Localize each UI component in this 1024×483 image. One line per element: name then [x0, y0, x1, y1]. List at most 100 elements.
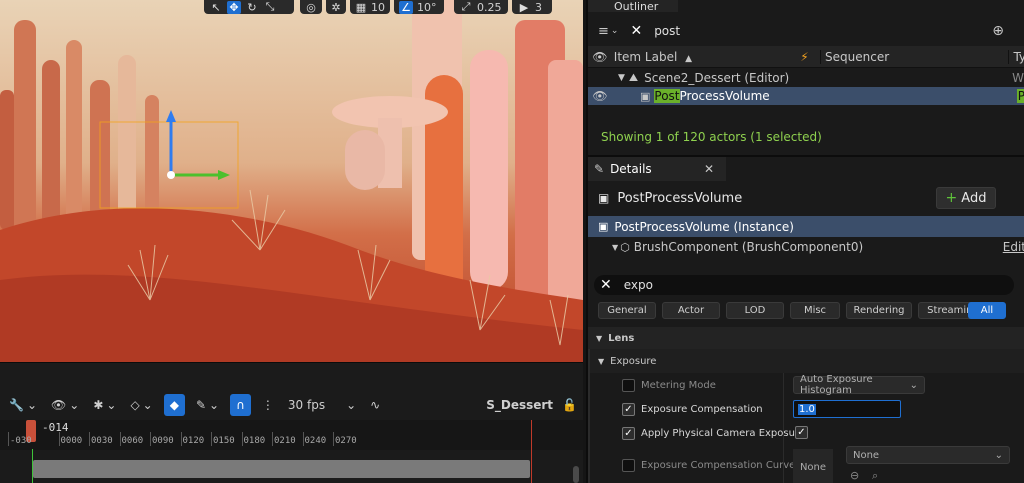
- column-type[interactable]: Ty: [1008, 49, 1024, 64]
- view-options[interactable]: 👁 ⌄: [48, 394, 82, 416]
- sequencer-column-icon: ⚡: [800, 49, 809, 64]
- indent-guide: [588, 349, 590, 483]
- key-options[interactable]: ◇ ⌄: [127, 394, 155, 416]
- timeline-ruler[interactable]: -014 -030 0000 0030 0060 0090 0120 0150 0180 021…: [0, 420, 583, 450]
- chevron-down-icon: ⌄: [69, 398, 80, 412]
- exposure-comp-label: Exposure Compensation: [641, 403, 763, 415]
- ruler-tick-label: 0030: [89, 432, 113, 446]
- visibility-column-icon[interactable]: 👁: [588, 50, 612, 64]
- world-local-toggle[interactable]: ◎: [300, 0, 322, 14]
- eye-icon[interactable]: 👁: [588, 89, 612, 103]
- world-type: W: [1012, 71, 1024, 85]
- grid-icon: ▦: [355, 0, 367, 14]
- details-panel: ✎ Details ✕ ▣ PostProcessVolume + Add ▣ …: [586, 155, 1024, 483]
- chevron-down-icon: ⌄: [909, 379, 918, 391]
- prop-metering-mode: Metering Mode Auto Exposure Histogram ⌄: [588, 373, 1024, 397]
- details-icon: ✎: [594, 162, 605, 176]
- snap-toggle[interactable]: ∩: [230, 394, 251, 416]
- snap-menu[interactable]: ⋮: [259, 394, 277, 416]
- surface-snap-toggle[interactable]: ✲: [326, 0, 346, 14]
- component-brush[interactable]: ▼ ⬡ BrushComponent (BrushComponent0) Edi…: [588, 237, 1024, 257]
- category-lod[interactable]: LOD: [726, 302, 784, 319]
- vertical-scrollbar[interactable]: [573, 466, 579, 483]
- exposure-curve-checkbox[interactable]: [622, 458, 635, 472]
- collapse-arrow-icon: ▼: [596, 333, 603, 343]
- section-exposure[interactable]: ▼ Exposure: [588, 349, 1024, 373]
- clear-search-icon[interactable]: ✕: [600, 277, 612, 293]
- actor-name[interactable]: PostProcessVolume: [617, 191, 742, 206]
- edit-link[interactable]: Edit: [1003, 240, 1024, 254]
- column-sequencer[interactable]: Sequencer: [820, 49, 1008, 64]
- use-asset-icon[interactable]: ⊖: [850, 469, 859, 482]
- expand-arrow-icon[interactable]: ▼: [612, 243, 618, 252]
- category-rendering[interactable]: Rendering: [846, 302, 912, 319]
- globe-icon: ◎: [306, 0, 316, 14]
- curve-asset-dropdown[interactable]: None ⌄: [846, 446, 1010, 464]
- exposure-comp-checkbox[interactable]: ✓: [622, 402, 635, 416]
- outliner-tab[interactable]: Outliner: [588, 0, 678, 13]
- play-options[interactable]: ✱ ⌄: [90, 394, 119, 416]
- camera-icon: ▶: [519, 0, 529, 14]
- eye-icon: 👁: [51, 398, 67, 412]
- category-general[interactable]: General: [598, 302, 656, 319]
- close-icon[interactable]: ✕: [704, 162, 714, 176]
- prop-exposure-curve: Exposure Compensation Curve None None ⌄ …: [588, 445, 1024, 483]
- more-icon: ⋮: [261, 398, 274, 412]
- chevron-down-icon[interactable]: ⌄: [611, 26, 619, 36]
- grid-snap[interactable]: ▦ 10: [350, 0, 390, 14]
- outliner-row-world[interactable]: ▼ ⛰ Scene2_Dessert (Editor) W: [588, 69, 1024, 87]
- outliner-row-postprocess[interactable]: 👁 ▣ PostProcessVolume P: [588, 87, 1024, 105]
- column-item-label[interactable]: Item Label ▲: [612, 50, 800, 64]
- category-all[interactable]: All: [968, 302, 1006, 319]
- apply-physical-checkbox[interactable]: ✓: [622, 426, 635, 440]
- viewport-scene: [0, 0, 583, 362]
- curve-thumbnail[interactable]: None: [793, 449, 833, 483]
- curve-editor-button[interactable]: ∿: [367, 394, 383, 416]
- scale-icon[interactable]: ⤡: [263, 0, 277, 14]
- sort-ascending-icon: ▲: [685, 53, 693, 64]
- auto-key-toggle[interactable]: ◆: [163, 394, 185, 416]
- fps-dropdown[interactable]: 30 fps ⌄: [285, 394, 359, 416]
- rotate-icon[interactable]: ↻: [245, 1, 259, 14]
- ruler-tick-label: 0240: [302, 432, 327, 446]
- lock-icon[interactable]: 🔓: [562, 398, 577, 412]
- tools-menu[interactable]: 🔧 ⌄: [6, 394, 40, 416]
- grid-snap-value: 10: [371, 0, 385, 14]
- transform-tools[interactable]: ↖ ✥ ↻ ⤡: [204, 0, 294, 14]
- column-splitter[interactable]: [783, 373, 784, 483]
- scale-snap-icon: ⤢: [461, 0, 471, 13]
- outliner-header: 👁 Item Label ▲ ⚡ Sequencer Ty: [588, 46, 1024, 68]
- rotation-snap[interactable]: ∠ 10°: [394, 0, 444, 14]
- apply-physical-value-checkbox[interactable]: ✓: [795, 426, 808, 439]
- volume-icon: ▣: [640, 89, 651, 103]
- add-component-button[interactable]: + Add: [936, 187, 996, 209]
- details-search-input[interactable]: expo: [624, 278, 653, 292]
- outliner-tab-label: Outliner: [614, 0, 659, 13]
- move-icon[interactable]: ✥: [227, 0, 241, 14]
- section-lens[interactable]: ▼ Lens: [588, 327, 1024, 349]
- ruler-tick-label: 0150: [211, 432, 235, 446]
- browse-asset-icon[interactable]: ⌕: [872, 469, 878, 483]
- select-icon[interactable]: ↖: [209, 1, 223, 14]
- prop-exposure-compensation: ✓ Exposure Compensation 1.0: [588, 397, 1024, 421]
- exposure-comp-input[interactable]: 1.0: [793, 400, 901, 418]
- category-misc[interactable]: Misc: [790, 302, 840, 319]
- filter-icon[interactable]: ≡: [598, 24, 609, 39]
- outliner-search-input[interactable]: post: [654, 24, 680, 38]
- metering-checkbox[interactable]: [622, 378, 635, 392]
- camera-speed[interactable]: ▶ 3: [512, 0, 552, 14]
- category-actor[interactable]: Actor: [662, 302, 720, 319]
- edit-mode[interactable]: ✎ ⌄: [193, 394, 222, 416]
- clear-search-icon[interactable]: ✕: [630, 23, 642, 39]
- metering-mode-dropdown[interactable]: Auto Exposure Histogram ⌄: [793, 374, 925, 396]
- details-tab[interactable]: ✎ Details ✕: [588, 157, 726, 181]
- sequence-track[interactable]: [33, 460, 530, 478]
- scale-snap[interactable]: ⤢ 0.25: [454, 0, 508, 14]
- end-marker: [531, 420, 532, 483]
- collapse-arrow-icon[interactable]: ▼: [618, 73, 625, 83]
- level-viewport[interactable]: ↖ ✥ ↻ ⤡ ◎ ✲ ▦ 10 ∠ 10° ⤢ 0.25 ▶ 3: [0, 0, 583, 362]
- component-instance[interactable]: ▣ PostProcessVolume (Instance): [588, 216, 1024, 237]
- actor-header: ▣ PostProcessVolume + Add: [588, 186, 1024, 210]
- details-search[interactable]: ✕ expo: [594, 275, 1014, 295]
- add-filter-icon[interactable]: ⊕: [992, 23, 1004, 39]
